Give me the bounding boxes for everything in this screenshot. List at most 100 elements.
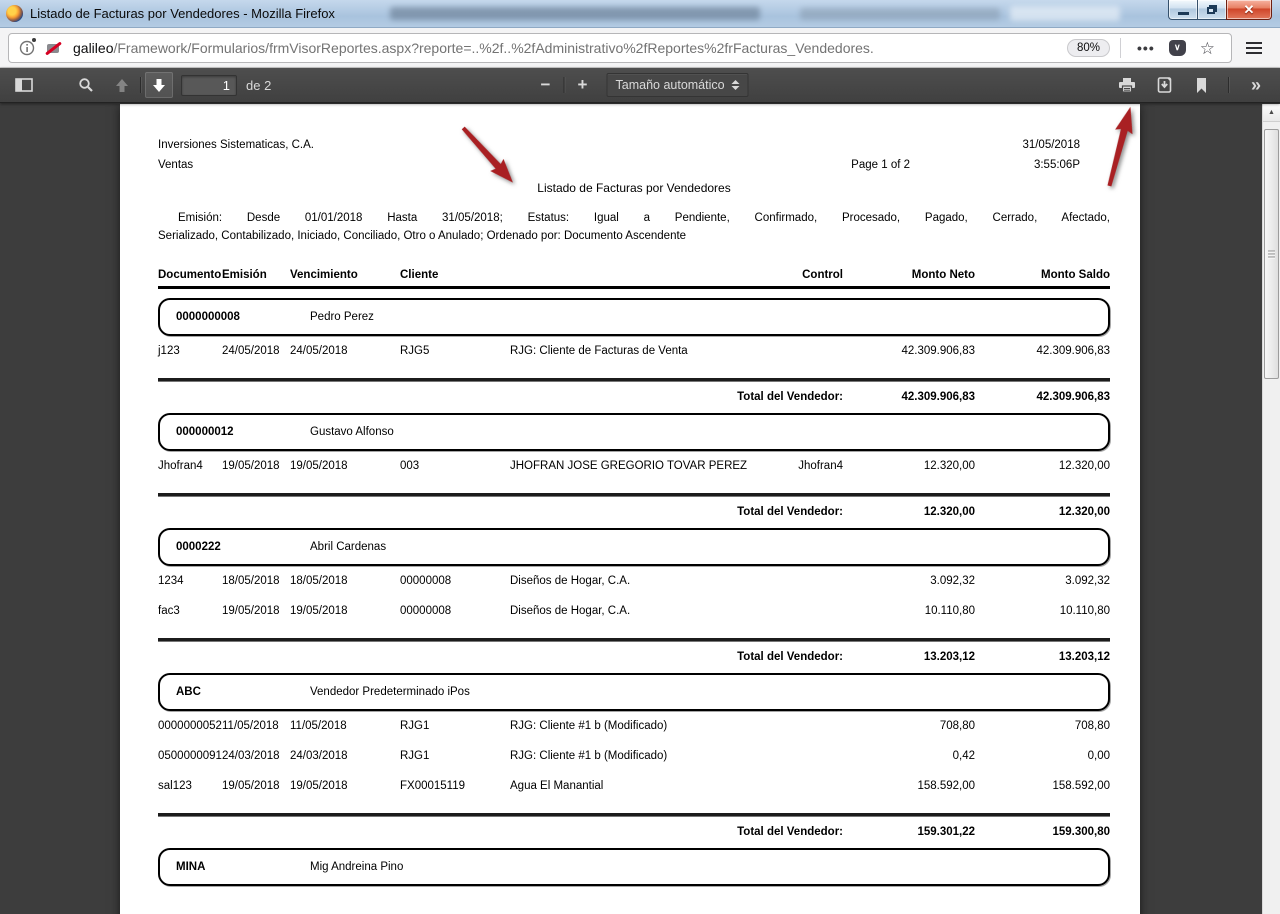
- more-tools-icon[interactable]: »: [1242, 72, 1270, 98]
- total-rule: [158, 813, 1110, 816]
- vendor-code: 000000012: [176, 426, 234, 438]
- zoom-out-icon[interactable]: −: [532, 72, 560, 98]
- cell-documento: fac3: [158, 605, 222, 618]
- hamburger-menu-icon[interactable]: [1240, 36, 1268, 60]
- cell-cliente-codigo: RJG1: [400, 720, 510, 733]
- pocket-icon[interactable]: ∨: [1169, 40, 1186, 56]
- vendor-total-row: Total del Vendedor: 159.301,22 159.300,8…: [158, 825, 1110, 839]
- invoice-row: 0000000052 11/05/2018 11/05/2018 RJG1 RJ…: [158, 711, 1110, 741]
- cell-cliente-codigo: RJG5: [400, 345, 510, 358]
- cell-cliente-nombre: RJG: Cliente de Facturas de Venta: [510, 345, 753, 358]
- vendor-code: 0000000008: [176, 311, 240, 323]
- invoice-row: sal123 19/05/2018 19/05/2018 FX00015119 …: [158, 771, 1110, 801]
- report-filters-line1: Emisión: Desde 01/01/2018 Hasta 31/05/20…: [158, 209, 1110, 227]
- scrollbar-thumb[interactable]: [1264, 129, 1279, 379]
- download-icon[interactable]: [1150, 72, 1178, 98]
- vendor-name: Pedro Perez: [310, 311, 374, 323]
- bookmark-icon[interactable]: [1187, 72, 1215, 98]
- vendor-header-box: 000000012 Gustavo Alfonso: [158, 413, 1110, 451]
- vendor-code: ABC: [176, 686, 201, 698]
- cell-monto-saldo: 708,80: [975, 720, 1110, 733]
- site-identity-icon[interactable]: [19, 40, 35, 56]
- cell-monto-saldo: 0,00: [975, 750, 1110, 763]
- next-page-icon[interactable]: [145, 72, 173, 98]
- minimize-icon: [1178, 12, 1189, 15]
- vendor-total-row: Total del Vendedor: 13.203,12 13.203,12: [158, 650, 1110, 664]
- cell-cliente-nombre: Diseños de Hogar, C.A.: [510, 575, 753, 588]
- report-groups: 0000000008 Pedro Perez j123 24/05/2018 2…: [158, 298, 1110, 886]
- col-vencimiento: Vencimiento: [290, 268, 400, 282]
- vendor-code: 0000222: [176, 541, 221, 553]
- total-label: Total del Vendedor:: [158, 825, 843, 839]
- cell-vencimiento: 19/05/2018: [290, 460, 400, 473]
- vendor-name: Vendedor Predeterminado iPos: [310, 686, 470, 698]
- cell-documento: j123: [158, 345, 222, 358]
- vendor-header-box: 0000000008 Pedro Perez: [158, 298, 1110, 336]
- col-monto-neto: Monto Neto: [843, 268, 975, 282]
- restore-button[interactable]: [1198, 0, 1226, 20]
- report-filters: Emisión: Desde 01/01/2018 Hasta 31/05/20…: [158, 209, 1110, 245]
- vendor-group: MINA Mig Andreina Pino: [158, 848, 1110, 886]
- search-icon[interactable]: [72, 72, 100, 98]
- urlbar-divider: [1120, 38, 1121, 58]
- vendor-group: 000000012 Gustavo Alfonso Jhofran4 19/05…: [158, 413, 1110, 519]
- col-emision: Emisión: [222, 268, 290, 282]
- pdf-page: Inversiones Sistematicas, C.A. 31/05/201…: [120, 104, 1140, 914]
- cell-vencimiento: 24/05/2018: [290, 345, 400, 358]
- zoom-indicator[interactable]: 80%: [1067, 39, 1110, 57]
- cell-emision: 11/05/2018: [222, 720, 290, 733]
- cell-control: Jhofran4: [753, 460, 843, 473]
- minimize-button[interactable]: [1168, 0, 1198, 20]
- cell-emision: 18/05/2018: [222, 575, 290, 588]
- cell-cliente-codigo: 003: [400, 460, 510, 473]
- total-label: Total del Vendedor:: [158, 505, 843, 519]
- cell-emision: 19/05/2018: [222, 460, 290, 473]
- page-actions-icon[interactable]: •••: [1137, 40, 1155, 56]
- cell-monto-saldo: 10.110,80: [975, 605, 1110, 618]
- print-icon[interactable]: [1113, 72, 1141, 98]
- url-path: /Framework/Formularios/frmVisorReportes.…: [113, 40, 873, 56]
- url-bar[interactable]: galileo/Framework/Formularios/frmVisorRe…: [8, 33, 1232, 63]
- toolbar-divider: [1228, 77, 1229, 93]
- invoice-row: j123 24/05/2018 24/05/2018 RJG5 RJG: Cli…: [158, 336, 1110, 366]
- url-host: galileo: [73, 40, 113, 56]
- scrollbar-up-icon[interactable]: ▲: [1263, 104, 1280, 122]
- invoice-row: Jhofran4 19/05/2018 19/05/2018 003 JHOFR…: [158, 451, 1110, 481]
- zoom-level-select[interactable]: Tamaño automático: [607, 73, 749, 97]
- cell-monto-neto: 42.309.906,83: [843, 345, 975, 358]
- cell-cliente-codigo: FX00015119: [400, 780, 510, 793]
- cell-monto-neto: 10.110,80: [843, 605, 975, 618]
- vendor-header-box: MINA Mig Andreina Pino: [158, 848, 1110, 886]
- cell-monto-neto: 3.092,32: [843, 575, 975, 588]
- blocked-plugin-icon[interactable]: [45, 41, 61, 55]
- total-saldo: 12.320,00: [975, 505, 1110, 519]
- cell-vencimiento: 24/03/2018: [290, 750, 400, 763]
- vendor-header-box: ABC Vendedor Predeterminado iPos: [158, 673, 1110, 711]
- total-rule: [158, 493, 1110, 496]
- report-time: 3:55:06P: [968, 158, 1080, 172]
- vendor-rows: 0000000052 11/05/2018 11/05/2018 RJG1 RJ…: [158, 711, 1110, 801]
- cell-cliente-nombre: RJG: Cliente #1 b (Modificado): [510, 720, 753, 733]
- page-number-input[interactable]: [181, 75, 237, 96]
- close-button[interactable]: ✕: [1226, 0, 1272, 20]
- cell-monto-saldo: 3.092,32: [975, 575, 1110, 588]
- zoom-in-icon[interactable]: +: [569, 72, 597, 98]
- vendor-name: Gustavo Alfonso: [310, 426, 394, 438]
- vendor-group: ABC Vendedor Predeterminado iPos 0000000…: [158, 673, 1110, 839]
- vertical-scrollbar[interactable]: ▲: [1262, 104, 1280, 914]
- cell-monto-neto: 12.320,00: [843, 460, 975, 473]
- cell-monto-neto: 158.592,00: [843, 780, 975, 793]
- cell-vencimiento: 19/05/2018: [290, 780, 400, 793]
- cell-emision: 24/03/2018: [222, 750, 290, 763]
- cell-vencimiento: 19/05/2018: [290, 605, 400, 618]
- bookmark-star-icon[interactable]: ☆: [1200, 40, 1215, 57]
- sidebar-toggle-icon[interactable]: [10, 72, 38, 98]
- vendor-total-row: Total del Vendedor: 42.309.906,83 42.309…: [158, 390, 1110, 404]
- report-page-label: Page 1 of 2: [851, 158, 910, 172]
- previous-page-icon[interactable]: [108, 72, 136, 98]
- browser-navbar: galileo/Framework/Formularios/frmVisorRe…: [0, 28, 1280, 68]
- cell-documento: 0500000091: [158, 750, 222, 763]
- invoice-row: 1234 18/05/2018 18/05/2018 00000008 Dise…: [158, 566, 1110, 596]
- col-monto-saldo: Monto Saldo: [975, 268, 1110, 282]
- cell-emision: 19/05/2018: [222, 780, 290, 793]
